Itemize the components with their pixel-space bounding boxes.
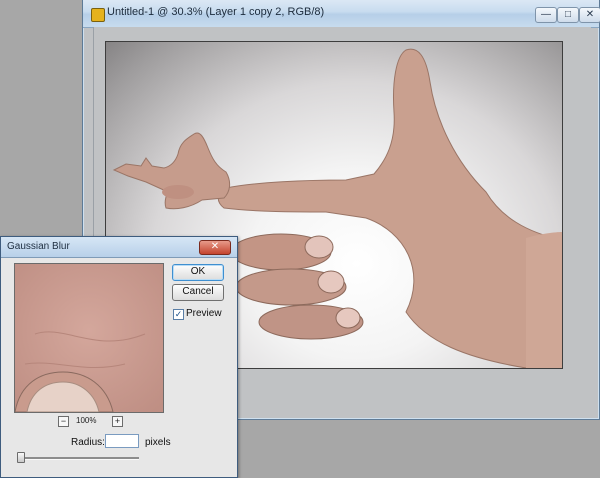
- radius-slider-track[interactable]: [17, 457, 139, 460]
- minimize-button[interactable]: —: [535, 7, 557, 23]
- radius-units-label: pixels: [145, 437, 171, 448]
- radius-input[interactable]: [105, 434, 139, 448]
- preview-skin-image: [15, 264, 163, 412]
- dialog-close-button[interactable]: ✕: [199, 240, 231, 255]
- zoom-out-button[interactable]: −: [58, 416, 69, 427]
- gaussian-blur-dialog: Gaussian Blur ✕ − 100% + OK Cancel ✓ Pre…: [0, 236, 238, 478]
- ok-button[interactable]: OK: [172, 264, 224, 281]
- blur-preview[interactable]: [14, 263, 164, 413]
- document-titlebar[interactable]: Untitled-1 @ 30.3% (Layer 1 copy 2, RGB/…: [83, 0, 600, 28]
- radius-slider-thumb[interactable]: [17, 452, 25, 463]
- document-title: Untitled-1 @ 30.3% (Layer 1 copy 2, RGB/…: [107, 6, 325, 18]
- photoshop-icon: [91, 8, 105, 22]
- cancel-button[interactable]: Cancel: [172, 284, 224, 301]
- preview-checkbox[interactable]: ✓: [173, 309, 184, 320]
- close-button[interactable]: ✕: [579, 7, 600, 23]
- dialog-title: Gaussian Blur: [7, 241, 70, 252]
- radius-label: Radius:: [71, 437, 105, 448]
- dialog-titlebar[interactable]: Gaussian Blur ✕: [1, 237, 237, 258]
- zoom-controls: − 100% +: [14, 415, 162, 429]
- zoom-level: 100%: [76, 416, 97, 425]
- preview-label: Preview: [186, 308, 222, 319]
- zoom-in-button[interactable]: +: [112, 416, 123, 427]
- maximize-button[interactable]: □: [557, 7, 579, 23]
